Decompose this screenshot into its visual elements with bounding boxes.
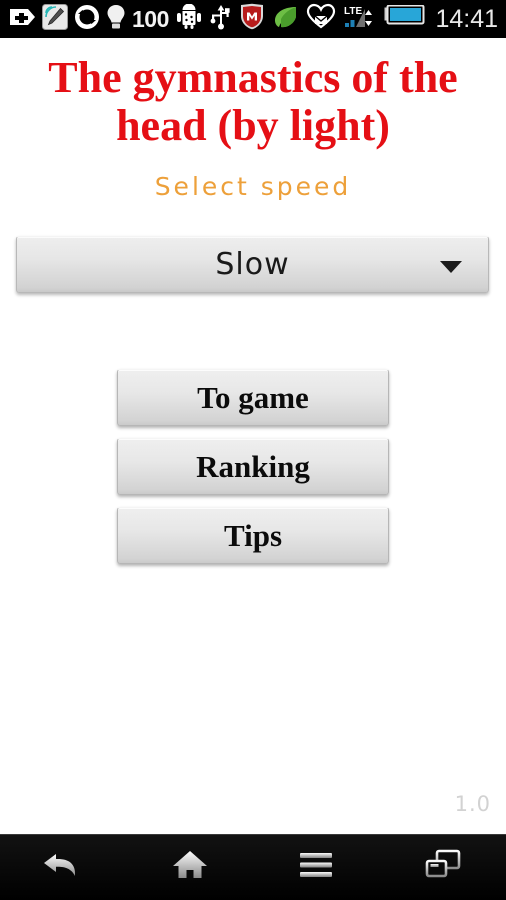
navigation-bar (0, 834, 506, 900)
battery-icon (384, 4, 426, 34)
battery-percent-label: 100 (132, 6, 169, 32)
status-bar-left-icons: 100 (0, 0, 298, 38)
status-bar-right-icons: LTE 14:41 (306, 0, 500, 38)
speed-dropdown[interactable]: Slow (16, 236, 489, 293)
recent-apps-icon (423, 847, 463, 888)
lte-signal-icon: LTE (343, 3, 377, 36)
page-title: The gymnastics of the head (by light) (48, 53, 458, 150)
ranking-button[interactable]: Ranking (117, 438, 389, 495)
status-bar: 100 LTE 14:41 (0, 0, 506, 38)
back-icon (40, 847, 86, 888)
svg-text:LTE: LTE (344, 6, 362, 17)
add-plus-icon (8, 5, 36, 34)
usb-icon (209, 4, 233, 35)
speed-dropdown-value: Slow (215, 247, 290, 282)
tips-button[interactable]: Tips (117, 507, 389, 564)
select-speed-label: Select speed (154, 172, 352, 201)
home-button[interactable] (127, 835, 254, 900)
leaf-icon (271, 4, 298, 35)
phone-screen: 100 LTE 14:41 The gymnastics of the head… (0, 0, 506, 900)
stylus-pen-icon (42, 3, 68, 35)
back-button[interactable] (0, 835, 127, 900)
version-label: 1.0 (454, 792, 491, 816)
app-content: The gymnastics of the head (by light) Se… (0, 38, 506, 834)
menu-icon (296, 850, 336, 885)
status-bar-clock: 14:41 (435, 5, 498, 33)
lightbulb-icon (106, 4, 126, 35)
chevron-down-icon (440, 260, 462, 273)
to-game-button[interactable]: To game (117, 369, 389, 426)
sync-icon (74, 4, 100, 35)
ranking-button-label: Ranking (196, 448, 310, 484)
mcafee-shield-icon (239, 3, 265, 35)
recent-apps-button[interactable] (380, 835, 506, 900)
home-icon (170, 847, 210, 888)
to-game-button-label: To game (197, 379, 309, 415)
heart-envelope-icon (306, 3, 336, 36)
tips-button-label: Tips (223, 517, 283, 553)
menu-button[interactable] (253, 835, 380, 900)
android-usb-debug-icon (175, 3, 203, 35)
